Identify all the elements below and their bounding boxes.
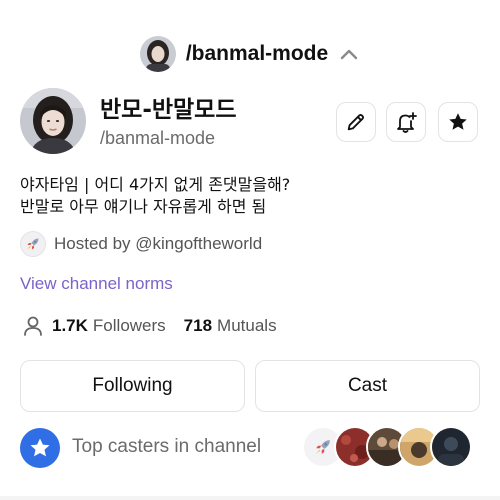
divider [0, 496, 500, 500]
channel-stats[interactable]: 1.7K Followers 718 Mutuals [22, 313, 277, 339]
caster-avatar [430, 426, 472, 468]
mutuals-count: 718 [183, 316, 213, 335]
top-casters-badge [20, 428, 60, 468]
mutuals-label: Mutuals [217, 316, 277, 335]
channel-description: 야자타임 | 어디 4가지 없게 존댓말을해? 반말로 아무 얘기나 자유롭게 … [20, 174, 480, 218]
notify-button[interactable] [386, 102, 426, 142]
rocket-icon [27, 238, 39, 250]
caster-avatar-stack[interactable] [302, 426, 478, 470]
channel-handle: /banmal-mode [100, 128, 216, 148]
following-button[interactable]: Following [20, 360, 245, 412]
top-casters-row[interactable]: Top casters in channel [20, 424, 480, 472]
hosted-by-text[interactable]: Hosted by @kingoftheworld [54, 234, 262, 254]
topbar-handle: /banmal-mode [185, 42, 329, 65]
description-line-1: 야자타임 | 어디 4가지 없게 존댓말을해? [20, 175, 291, 194]
star-icon [30, 438, 50, 457]
person-icon [24, 316, 42, 336]
channel-header: 반모-반말모드 /banmal-mode [20, 88, 480, 156]
avatar [20, 88, 86, 154]
edit-button[interactable] [336, 102, 376, 142]
bell-plus-icon [397, 112, 417, 133]
host-avatar [20, 231, 46, 257]
channel-switcher[interactable]: /banmal-mode [0, 30, 500, 78]
hosted-by[interactable]: Hosted by @kingoftheworld [20, 230, 262, 258]
favorite-button[interactable] [438, 102, 478, 142]
pencil-icon [347, 113, 365, 131]
channel-title: 반모-반말모드 [100, 97, 237, 123]
description-line-2: 반말로 아무 얘기나 자유롭게 하면 됨 [20, 197, 267, 216]
followers-label: Followers [92, 316, 166, 335]
followers-count: 1.7K [52, 316, 88, 335]
channel-norms-link[interactable]: View channel norms [20, 274, 173, 294]
top-casters-label: Top casters in channel [72, 436, 262, 457]
channel-avatar-small [139, 36, 176, 72]
star-icon [449, 113, 467, 130]
chevron-up-icon[interactable] [338, 43, 360, 65]
cast-button[interactable]: Cast [255, 360, 480, 412]
